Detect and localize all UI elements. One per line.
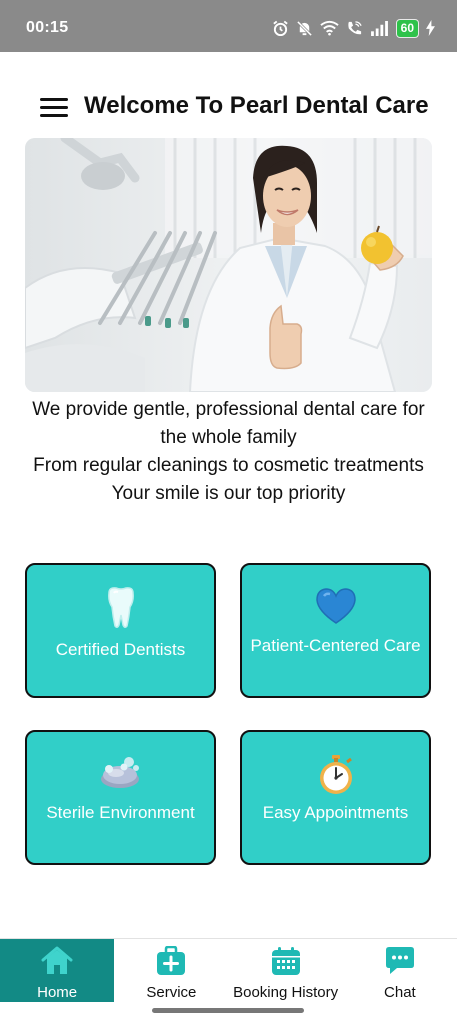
feature-card-certified-dentists[interactable]: Certified Dentists	[25, 563, 216, 698]
status-bar: 00:15 60	[0, 0, 457, 52]
nav-item-booking-history[interactable]: Booking History	[229, 939, 343, 1002]
medical-kit-icon	[114, 946, 228, 976]
page-title: Welcome To Pearl Dental Care	[84, 92, 429, 119]
calendar-icon	[229, 946, 343, 976]
home-icon	[0, 946, 114, 976]
feature-card-sterile-environment[interactable]: Sterile Environment	[25, 730, 216, 865]
intro-text: We provide gentle, professional dental c…	[20, 396, 437, 508]
alarm-icon	[272, 20, 289, 37]
nav-label: Booking History	[233, 984, 339, 1001]
feature-card-patient-centered-care[interactable]: Patient-Centered Care	[240, 563, 431, 698]
charging-icon	[426, 20, 435, 36]
nav-label: Service	[146, 984, 197, 1001]
wifi-call-icon	[346, 20, 363, 37]
home-indicator[interactable]	[152, 1008, 304, 1013]
tooth-icon	[27, 587, 214, 629]
status-icons: 60	[272, 17, 435, 39]
mute-icon	[296, 20, 313, 37]
nav-item-chat[interactable]: Chat	[343, 939, 457, 1002]
intro-line-3: Your smile is our top priority	[111, 483, 346, 504]
feature-card-easy-appointments[interactable]: Easy Appointments	[240, 730, 431, 865]
intro-line-1: We provide gentle, professional dental c…	[32, 399, 425, 448]
battery-icon: 60	[395, 18, 419, 38]
status-time: 00:15	[26, 19, 69, 36]
feature-label: Easy Appointments	[262, 803, 409, 822]
hero-image	[25, 138, 432, 392]
menu-icon[interactable]	[40, 98, 68, 118]
chat-icon	[343, 946, 457, 976]
nav-item-service[interactable]: Service	[114, 939, 228, 1002]
bottom-nav: Home Service Booking History Chat	[0, 938, 457, 1002]
heart-icon	[242, 587, 429, 627]
feature-label: Sterile Environment	[46, 803, 195, 822]
feature-label: Certified Dentists	[55, 640, 186, 659]
app-header: Welcome To Pearl Dental Care	[0, 88, 457, 128]
intro-line-2: From regular cleanings to cosmetic treat…	[33, 455, 424, 476]
soap-icon	[27, 754, 214, 794]
feature-label: Patient-Centered Care	[250, 636, 421, 655]
wifi-icon	[320, 20, 339, 36]
signal-icon	[370, 20, 389, 36]
nav-label: Home	[37, 984, 78, 1001]
nav-label: Chat	[384, 984, 416, 1001]
nav-item-home[interactable]: Home	[0, 939, 115, 1002]
stopwatch-icon	[242, 754, 429, 794]
battery-level: 60	[395, 18, 419, 38]
dentist-photo	[25, 138, 432, 392]
